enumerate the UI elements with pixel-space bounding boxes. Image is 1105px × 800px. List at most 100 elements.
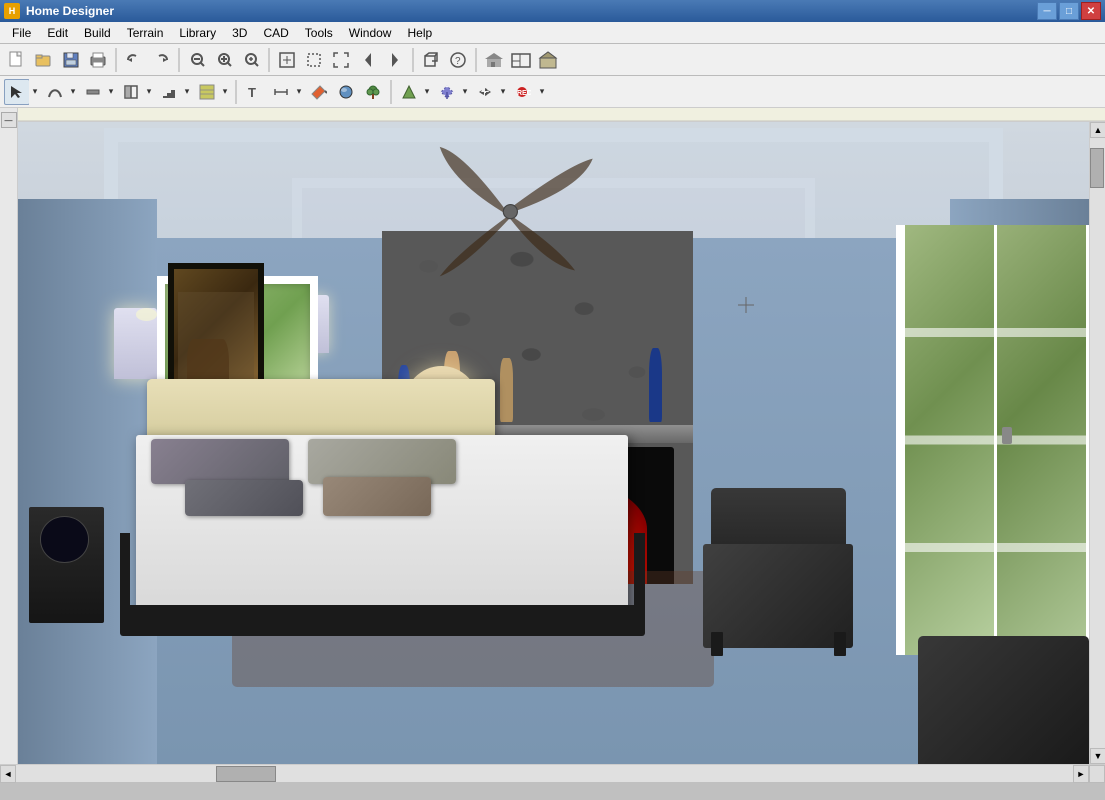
scroll-track-v[interactable] — [1090, 138, 1105, 748]
toolbar2: ▾ ▾ ▾ ▾ ▾ ▾ T ▾ — [0, 76, 1105, 108]
stair-tool[interactable] — [156, 79, 182, 105]
text-tool[interactable]: T — [241, 79, 267, 105]
left-toolbar: ― — [0, 108, 18, 764]
ceiling-fan — [339, 141, 682, 282]
zoom-sel-button[interactable] — [301, 47, 327, 73]
door-dropdown[interactable]: ▾ — [143, 79, 155, 105]
bed-rail-left — [120, 533, 131, 610]
door-group: ▾ — [118, 79, 155, 105]
vertical-scrollbar: ▲ ▼ — [1089, 122, 1105, 764]
menu-tools[interactable]: Tools — [297, 22, 341, 43]
menu-window[interactable]: Window — [341, 22, 400, 43]
paint-tool[interactable] — [306, 79, 332, 105]
minimize-button[interactable]: ─ — [1037, 2, 1057, 20]
dim-group: ▾ — [268, 79, 305, 105]
zoom-fit-button[interactable] — [274, 47, 300, 73]
svg-text:REC: REC — [517, 90, 531, 97]
scroll-right-button[interactable]: ► — [1073, 765, 1089, 783]
floor-dropdown[interactable]: ▾ — [219, 79, 231, 105]
next-view-button[interactable] — [382, 47, 408, 73]
rec-dropdown[interactable]: ▾ — [536, 79, 548, 105]
wall-lamp-2 — [136, 308, 157, 321]
move-dropdown[interactable]: ▾ — [497, 79, 509, 105]
wall-tool[interactable] — [80, 79, 106, 105]
scroll-track-h[interactable] — [16, 765, 1073, 782]
maximize-button[interactable]: □ — [1059, 2, 1079, 20]
fill-tool[interactable] — [434, 79, 460, 105]
left-btn-1[interactable]: ― — [1, 112, 17, 128]
redo-button[interactable] — [148, 47, 174, 73]
menu-help[interactable]: Help — [399, 22, 440, 43]
house-3d-button[interactable] — [535, 47, 561, 73]
french-doors[interactable] — [896, 225, 1089, 655]
wall-dropdown[interactable]: ▾ — [105, 79, 117, 105]
close-button[interactable]: ✕ — [1081, 2, 1101, 20]
fullscreen-button[interactable] — [328, 47, 354, 73]
chair-leg-1 — [711, 632, 723, 656]
window-controls: ─ □ ✕ — [1037, 2, 1101, 20]
stair-dropdown[interactable]: ▾ — [181, 79, 193, 105]
zoom-in-button[interactable] — [238, 47, 264, 73]
terrain-tool[interactable] — [396, 79, 422, 105]
bed-assembly — [93, 379, 629, 636]
menu-library[interactable]: Library — [171, 22, 224, 43]
scroll-thumb-h[interactable] — [216, 766, 276, 782]
scroll-thumb-v[interactable] — [1090, 148, 1104, 188]
select-tool[interactable] — [4, 79, 30, 105]
menu-edit[interactable]: Edit — [39, 22, 76, 43]
scrollbar-corner — [1089, 765, 1105, 783]
scroll-up-button[interactable]: ▲ — [1090, 122, 1105, 138]
sep1 — [115, 48, 117, 72]
dim-tool[interactable] — [268, 79, 294, 105]
move-group: ▾ — [472, 79, 509, 105]
terrain-dropdown[interactable]: ▾ — [421, 79, 433, 105]
scroll-down-button[interactable]: ▼ — [1090, 748, 1105, 764]
spline-tool[interactable] — [42, 79, 68, 105]
menu-terrain[interactable]: Terrain — [119, 22, 172, 43]
toolbar1: ? — [0, 44, 1105, 76]
move-tool[interactable] — [472, 79, 498, 105]
plant-tool[interactable] — [360, 79, 386, 105]
scroll-left-button[interactable]: ◄ — [0, 765, 16, 783]
menu-build[interactable]: Build — [76, 22, 119, 43]
wall-group: ▾ — [80, 79, 117, 105]
3d-view-button[interactable] — [418, 47, 444, 73]
new-button[interactable] — [4, 47, 30, 73]
undo-button[interactable] — [121, 47, 147, 73]
help-button[interactable]: ? — [445, 47, 471, 73]
fill-group: ▾ — [434, 79, 471, 105]
door-tool[interactable] — [118, 79, 144, 105]
vase-blue2 — [649, 348, 661, 422]
chair-leg-2 — [834, 632, 846, 656]
select-dropdown[interactable]: ▾ — [29, 79, 41, 105]
room-scene — [18, 122, 1089, 764]
zoom-actual-button[interactable] — [211, 47, 237, 73]
fill-dropdown[interactable]: ▾ — [459, 79, 471, 105]
prev-view-button[interactable] — [355, 47, 381, 73]
print-button[interactable] — [85, 47, 111, 73]
menu-cad[interactable]: CAD — [255, 22, 296, 43]
main-area: ― — [0, 108, 1105, 782]
open-button[interactable] — [31, 47, 57, 73]
title-bar: H Home Designer ─ □ ✕ — [0, 0, 1105, 22]
bed-rail-right — [634, 533, 645, 610]
menu-file[interactable]: File — [4, 22, 39, 43]
select-group: ▾ — [4, 79, 41, 105]
save-button[interactable] — [58, 47, 84, 73]
sep3 — [268, 48, 270, 72]
rec-button[interactable]: REC — [510, 79, 536, 105]
sep5 — [475, 48, 477, 72]
app-icon: H — [4, 3, 20, 19]
zoom-out-button[interactable] — [184, 47, 210, 73]
house-floor-button[interactable] — [508, 47, 534, 73]
floor-tool[interactable] — [194, 79, 220, 105]
menu-3d[interactable]: 3D — [224, 22, 255, 43]
canvas-area[interactable] — [18, 122, 1089, 764]
door-panel-right — [997, 225, 1086, 655]
material-tool[interactable] — [333, 79, 359, 105]
house-elev-button[interactable] — [481, 47, 507, 73]
pillow1 — [151, 439, 289, 484]
bed-base — [120, 605, 645, 636]
spline-dropdown[interactable]: ▾ — [67, 79, 79, 105]
dim-dropdown[interactable]: ▾ — [293, 79, 305, 105]
